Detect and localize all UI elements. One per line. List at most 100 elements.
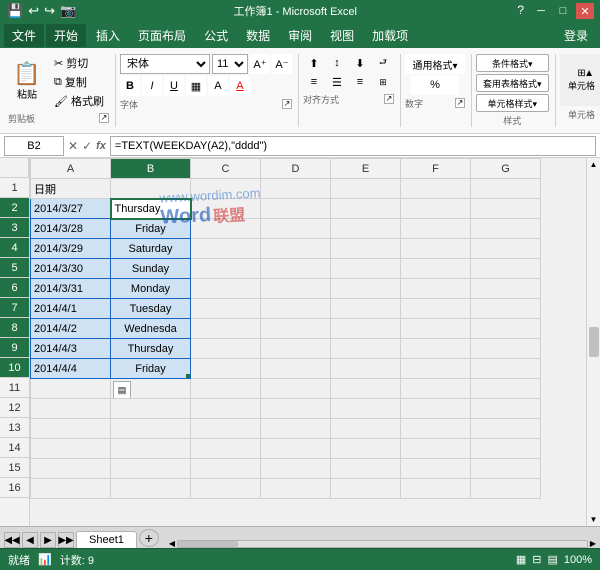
menu-file[interactable]: 文件: [4, 24, 44, 47]
cell-c14[interactable]: [191, 439, 261, 459]
cell-a15[interactable]: [31, 459, 111, 479]
cell-b9[interactable]: Thursday: [111, 339, 191, 359]
wrap-text-button[interactable]: ⮐: [372, 54, 394, 72]
cell-b13[interactable]: [111, 419, 191, 439]
sheet-nav-last[interactable]: ▶▶: [58, 532, 74, 548]
cell-e4[interactable]: [331, 239, 401, 259]
cell-f4[interactable]: [401, 239, 471, 259]
cell-d5[interactable]: [261, 259, 331, 279]
cell-d1[interactable]: [261, 179, 331, 199]
minimize-button[interactable]: ─: [532, 3, 550, 19]
cell-d7[interactable]: [261, 299, 331, 319]
cell-reference-box[interactable]: B2: [4, 136, 64, 156]
cell-g1[interactable]: [471, 179, 541, 199]
col-header-b[interactable]: B: [111, 159, 191, 179]
cell-g12[interactable]: [471, 399, 541, 419]
menu-formulas[interactable]: 公式: [196, 24, 236, 47]
row-header-9[interactable]: 9: [0, 338, 29, 358]
cell-c8[interactable]: [191, 319, 261, 339]
cell-c13[interactable]: [191, 419, 261, 439]
cell-f14[interactable]: [401, 439, 471, 459]
cell-g4[interactable]: [471, 239, 541, 259]
col-header-c[interactable]: C: [191, 159, 261, 179]
cancel-icon[interactable]: ✕: [68, 139, 78, 153]
cell-f3[interactable]: [401, 219, 471, 239]
menu-view[interactable]: 视图: [322, 24, 362, 47]
merge-center-button[interactable]: ⊞: [372, 73, 394, 91]
horizontal-scrollbar[interactable]: ◀ ▶: [169, 539, 596, 548]
cell-c9[interactable]: [191, 339, 261, 359]
cell-d15[interactable]: [261, 459, 331, 479]
cell-e11[interactable]: [331, 379, 401, 399]
cell-d16[interactable]: [261, 479, 331, 499]
cell-d9[interactable]: [261, 339, 331, 359]
cell-d6[interactable]: [261, 279, 331, 299]
cell-e6[interactable]: [331, 279, 401, 299]
scroll-left-button[interactable]: ◀: [169, 539, 175, 548]
save-button[interactable]: 💾: [6, 2, 24, 20]
sheet-nav-prev[interactable]: ◀: [22, 532, 38, 548]
fill-handle[interactable]: [186, 374, 191, 379]
cell-d4[interactable]: [261, 239, 331, 259]
font-color-button[interactable]: A: [230, 76, 250, 96]
cell-a13[interactable]: [31, 419, 111, 439]
percent-button[interactable]: %: [411, 75, 459, 95]
cell-e10[interactable]: [331, 359, 401, 379]
cell-b16[interactable]: [111, 479, 191, 499]
cell-e14[interactable]: [331, 439, 401, 459]
cell-f8[interactable]: [401, 319, 471, 339]
copy-button[interactable]: ⧉ 复制: [49, 73, 109, 91]
cell-b4[interactable]: Saturday: [111, 239, 191, 259]
row-header-10[interactable]: 10: [0, 358, 29, 378]
cell-g3[interactable]: [471, 219, 541, 239]
alignment-expand-button[interactable]: ↗: [384, 94, 394, 104]
underline-button[interactable]: U: [164, 76, 184, 96]
cell-c5[interactable]: [191, 259, 261, 279]
row-header-16[interactable]: 16: [0, 478, 29, 498]
cell-e2[interactable]: [331, 199, 401, 219]
cell-c3[interactable]: [191, 219, 261, 239]
scroll-down-button[interactable]: ▼: [590, 515, 598, 524]
undo-button[interactable]: ↩: [27, 2, 40, 20]
cell-d10[interactable]: [261, 359, 331, 379]
cell-d8[interactable]: [261, 319, 331, 339]
menu-addins[interactable]: 加载项: [364, 24, 416, 47]
menu-home[interactable]: 开始: [46, 24, 86, 47]
cell-d3[interactable]: [261, 219, 331, 239]
insert-cell-button[interactable]: ⊞ 单元格: [560, 54, 600, 106]
sheet-tab-1[interactable]: Sheet1: [76, 531, 137, 548]
cell-b11[interactable]: ▤: [111, 379, 191, 399]
camera-button[interactable]: 📷: [59, 2, 77, 20]
cell-a7[interactable]: 2014/4/1: [31, 299, 111, 319]
cell-e12[interactable]: [331, 399, 401, 419]
cell-a11[interactable]: [31, 379, 111, 399]
col-header-f[interactable]: F: [401, 159, 471, 179]
row-header-1[interactable]: 1: [0, 178, 29, 198]
menu-data[interactable]: 数据: [238, 24, 278, 47]
paste-button[interactable]: 📋 粘贴: [8, 54, 46, 110]
cell-b12[interactable]: [111, 399, 191, 419]
font-expand-button[interactable]: ↗: [282, 99, 292, 109]
vertical-scrollbar[interactable]: ▲ ▼: [586, 158, 600, 526]
cell-d11[interactable]: [261, 379, 331, 399]
cell-f10[interactable]: [401, 359, 471, 379]
cell-a12[interactable]: [31, 399, 111, 419]
middle-align-button[interactable]: ↕: [326, 54, 348, 72]
cell-f6[interactable]: [401, 279, 471, 299]
top-align-button[interactable]: ⬆: [303, 54, 325, 72]
restore-button[interactable]: □: [554, 3, 572, 19]
paste-options-button[interactable]: ▤: [113, 381, 131, 399]
cell-c6[interactable]: [191, 279, 261, 299]
page-break-icon[interactable]: ▤: [547, 553, 557, 566]
left-align-button[interactable]: ≡: [303, 73, 325, 91]
cell-a9[interactable]: 2014/4/3: [31, 339, 111, 359]
cell-b10[interactable]: Friday: [111, 359, 191, 379]
cell-d2[interactable]: [261, 199, 331, 219]
cell-e16[interactable]: [331, 479, 401, 499]
cell-c12[interactable]: [191, 399, 261, 419]
cut-button[interactable]: ✂ 剪切: [49, 54, 109, 72]
row-header-8[interactable]: 8: [0, 318, 29, 338]
cell-b14[interactable]: [111, 439, 191, 459]
cell-a10[interactable]: 2014/4/4: [31, 359, 111, 379]
cell-e13[interactable]: [331, 419, 401, 439]
